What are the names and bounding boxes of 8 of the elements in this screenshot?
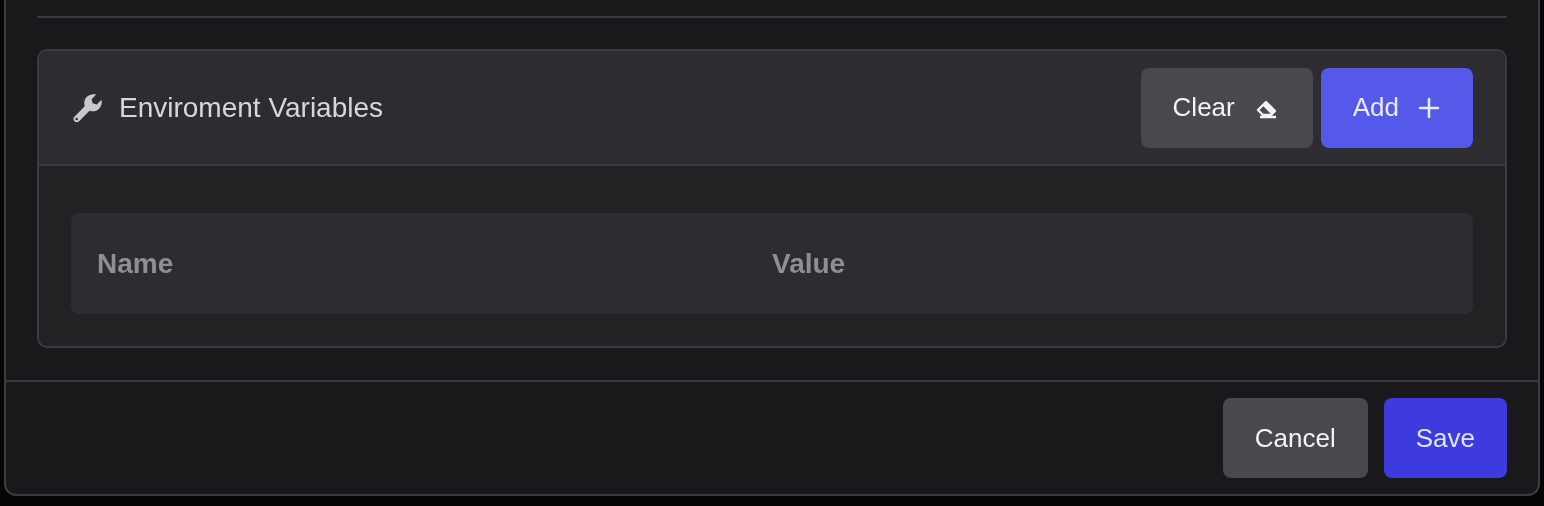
section-title: Enviroment Variables bbox=[119, 91, 384, 124]
clear-button[interactable]: Clear bbox=[1140, 67, 1313, 148]
column-header: Name bbox=[97, 247, 175, 280]
save-button[interactable]: Save bbox=[1383, 398, 1507, 478]
cancel-button[interactable]: Cancel bbox=[1222, 398, 1368, 478]
add-button[interactable]: Add bbox=[1320, 67, 1473, 148]
plus-icon bbox=[1417, 95, 1441, 120]
column-header: Value bbox=[772, 247, 847, 280]
